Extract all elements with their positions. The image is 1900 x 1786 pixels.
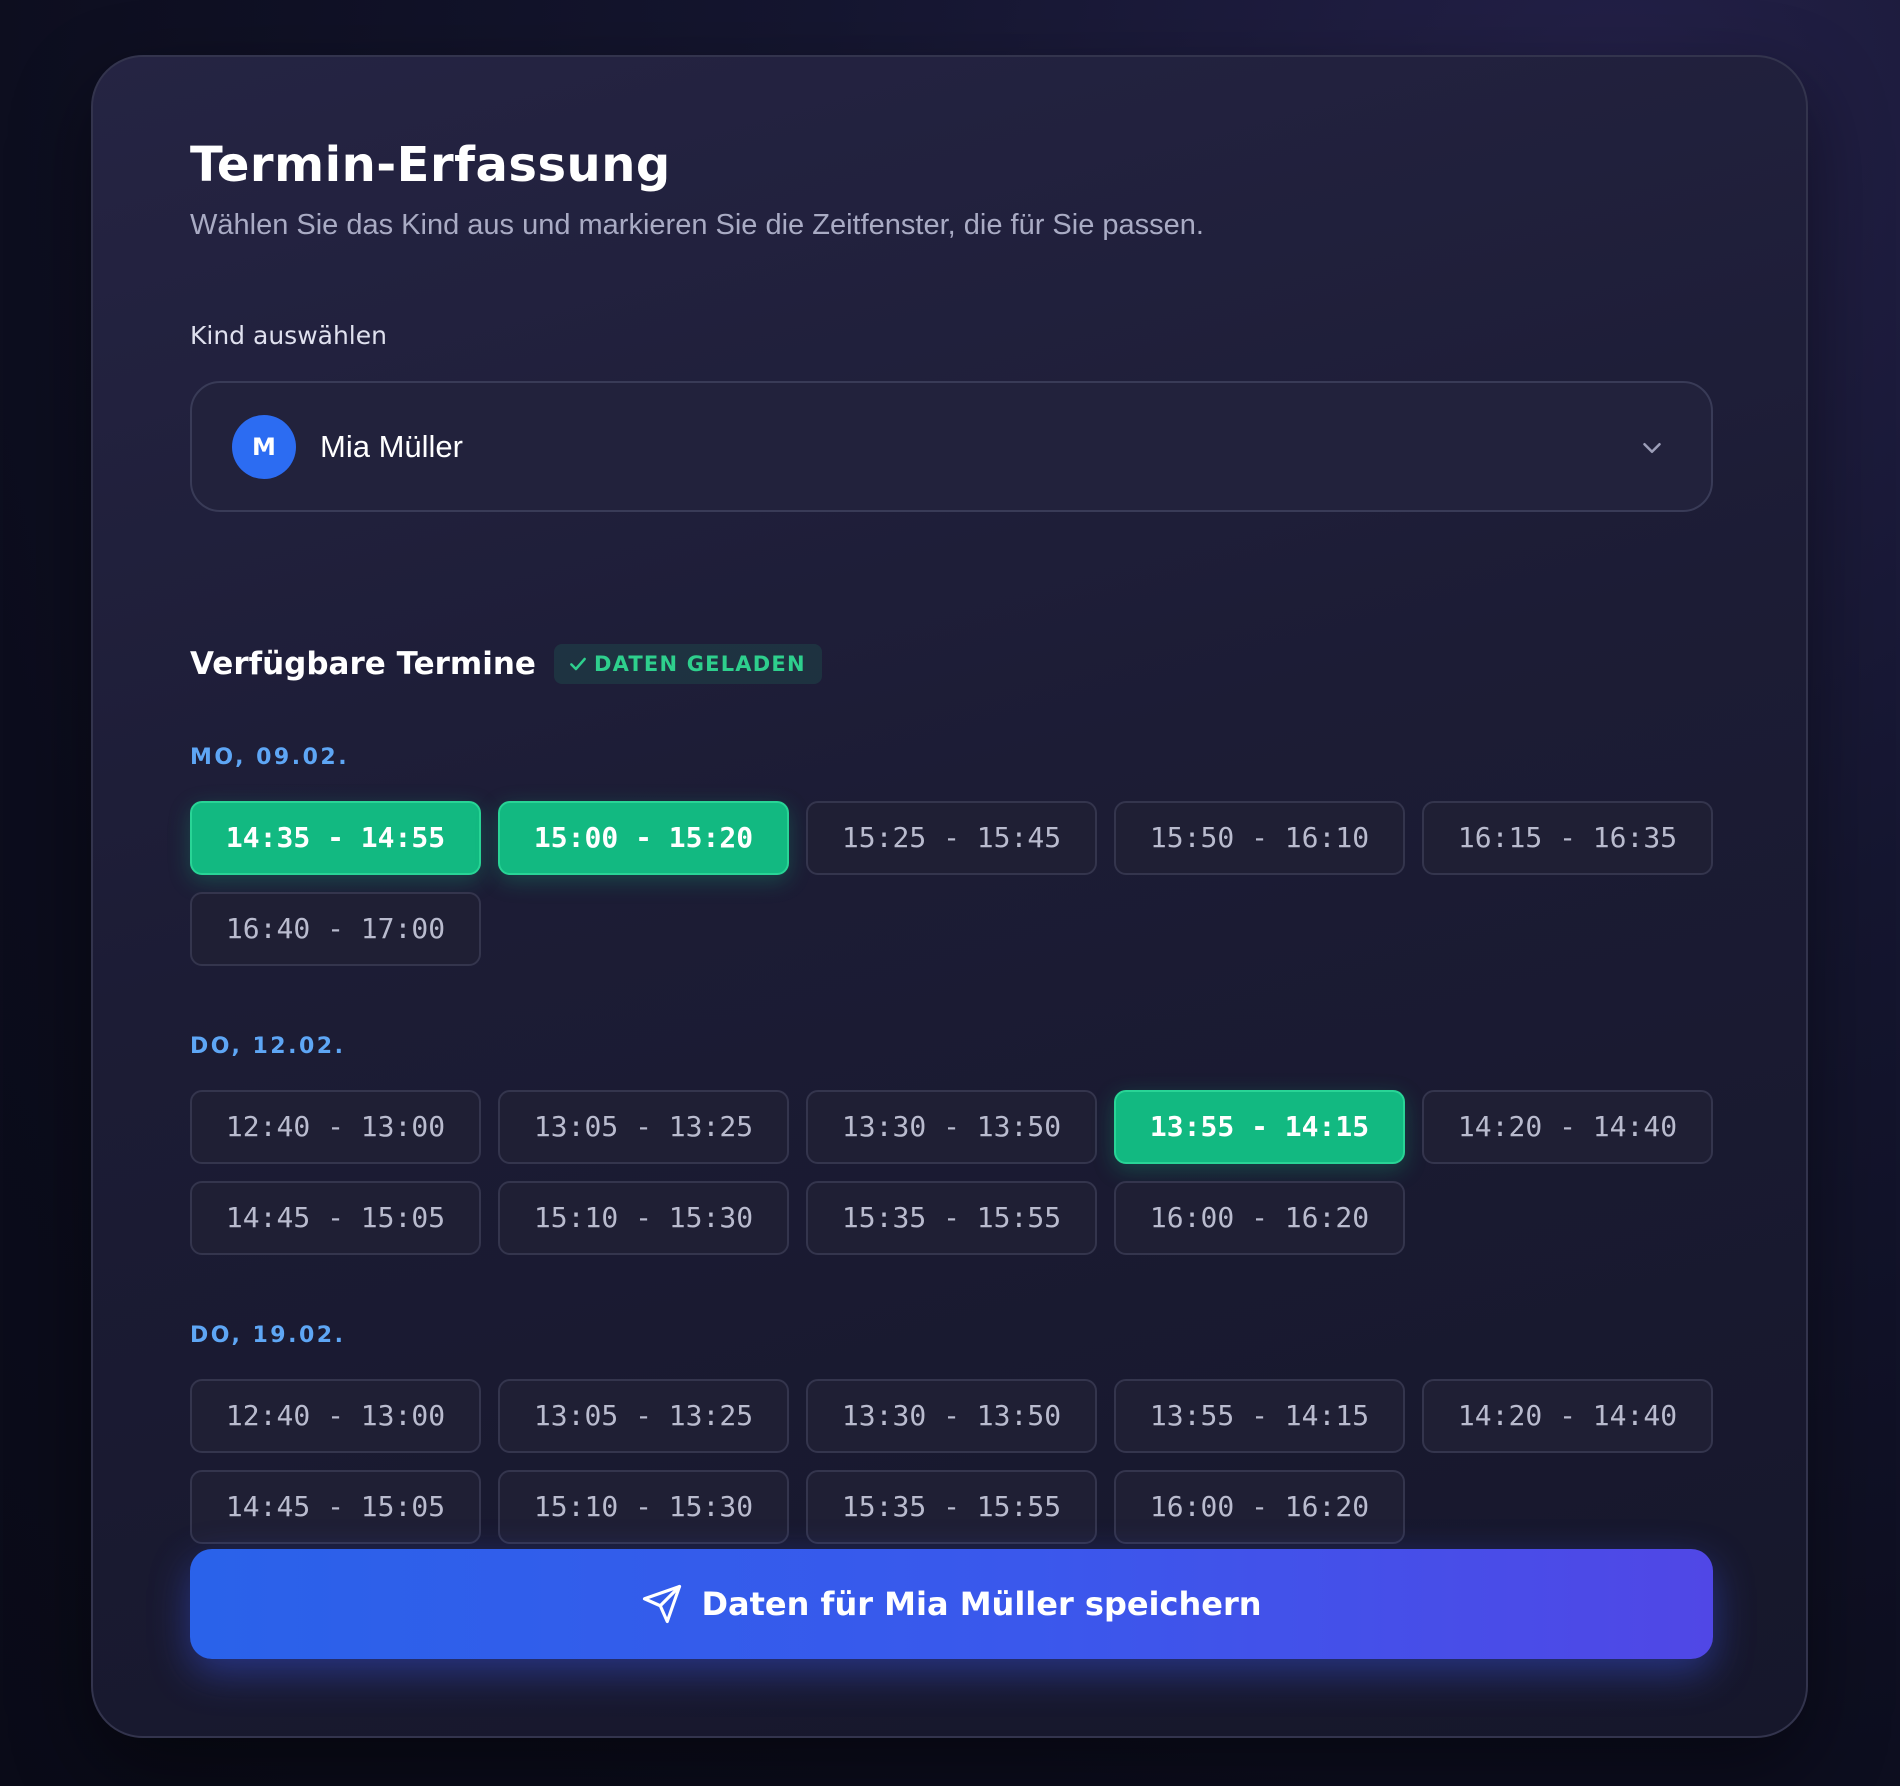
status-badge-label: DATEN GELADEN [593,652,806,676]
slot-grid: 12:40 - 13:00 13:05 - 13:25 13:30 - 13:5… [190,1090,1713,1255]
day-label: DO, 12.02. [190,1034,346,1059]
page-title: Termin-Erfassung [190,137,671,193]
time-slot[interactable]: 14:20 - 14:40 [1422,1090,1713,1164]
time-slot[interactable]: 16:15 - 16:35 [1422,801,1713,875]
status-badge: DATEN GELADEN [553,644,822,684]
save-button[interactable]: Daten für Mia Müller speichern [190,1549,1713,1659]
time-slot[interactable]: 16:00 - 16:20 [1114,1181,1405,1255]
time-slot[interactable]: 12:40 - 13:00 [190,1379,481,1453]
time-slot[interactable]: 12:40 - 13:00 [190,1090,481,1164]
save-button-label: Daten für Mia Müller speichern [701,1585,1262,1623]
time-slot[interactable]: 15:00 - 15:20 [498,801,789,875]
time-slot[interactable]: 14:20 - 14:40 [1422,1379,1713,1453]
time-slot[interactable]: 13:55 - 14:15 [1114,1090,1405,1164]
time-slot[interactable]: 13:30 - 13:50 [806,1379,1097,1453]
send-icon [643,1584,682,1624]
check-icon [570,657,586,671]
day-group: MO, 09.02. 14:35 - 14:55 15:00 - 15:20 1… [190,743,1713,966]
time-slot[interactable]: 13:30 - 13:50 [806,1090,1097,1164]
appointments-header: Verfügbare Termine DATEN GELADEN [190,642,822,686]
time-slot[interactable]: 15:25 - 15:45 [806,801,1097,875]
day-label: MO, 09.02. [190,745,350,770]
time-slot[interactable]: 16:40 - 17:00 [190,892,481,966]
chevron-down-icon[interactable] [1637,433,1667,463]
page-subtitle: Wählen Sie das Kind aus und markieren Si… [190,209,1204,241]
slot-grid: 12:40 - 13:00 13:05 - 13:25 13:30 - 13:5… [190,1379,1713,1544]
time-slot[interactable]: 14:45 - 15:05 [190,1470,481,1544]
slot-grid: 14:35 - 14:55 15:00 - 15:20 15:25 - 15:4… [190,801,1713,966]
child-select-dropdown[interactable]: M Mia Müller [190,381,1713,512]
time-slot[interactable]: 13:55 - 14:15 [1114,1379,1405,1453]
avatar: M [232,415,296,479]
day-group: DO, 19.02. 12:40 - 13:00 13:05 - 13:25 1… [190,1321,1713,1544]
appointment-card: Termin-Erfassung Wählen Sie das Kind aus… [91,55,1808,1738]
child-select-value: Mia Müller [320,429,463,464]
time-slot[interactable]: 13:05 - 13:25 [498,1379,789,1453]
time-slot[interactable]: 16:00 - 16:20 [1114,1470,1405,1544]
day-group: DO, 12.02. 12:40 - 13:00 13:05 - 13:25 1… [190,1032,1713,1255]
time-slot[interactable]: 15:35 - 15:55 [806,1181,1097,1255]
appointments-title: Verfügbare Termine [190,646,536,682]
time-slot[interactable]: 15:35 - 15:55 [806,1470,1097,1544]
time-slot[interactable]: 15:50 - 16:10 [1114,801,1405,875]
time-slot[interactable]: 14:35 - 14:55 [190,801,481,875]
day-label: DO, 19.02. [190,1323,346,1348]
time-slot[interactable]: 15:10 - 15:30 [498,1181,789,1255]
time-slot[interactable]: 15:10 - 15:30 [498,1470,789,1544]
time-slot[interactable]: 13:05 - 13:25 [498,1090,789,1164]
time-slot[interactable]: 14:45 - 15:05 [190,1181,481,1255]
child-select-label: Kind auswählen [190,321,387,350]
